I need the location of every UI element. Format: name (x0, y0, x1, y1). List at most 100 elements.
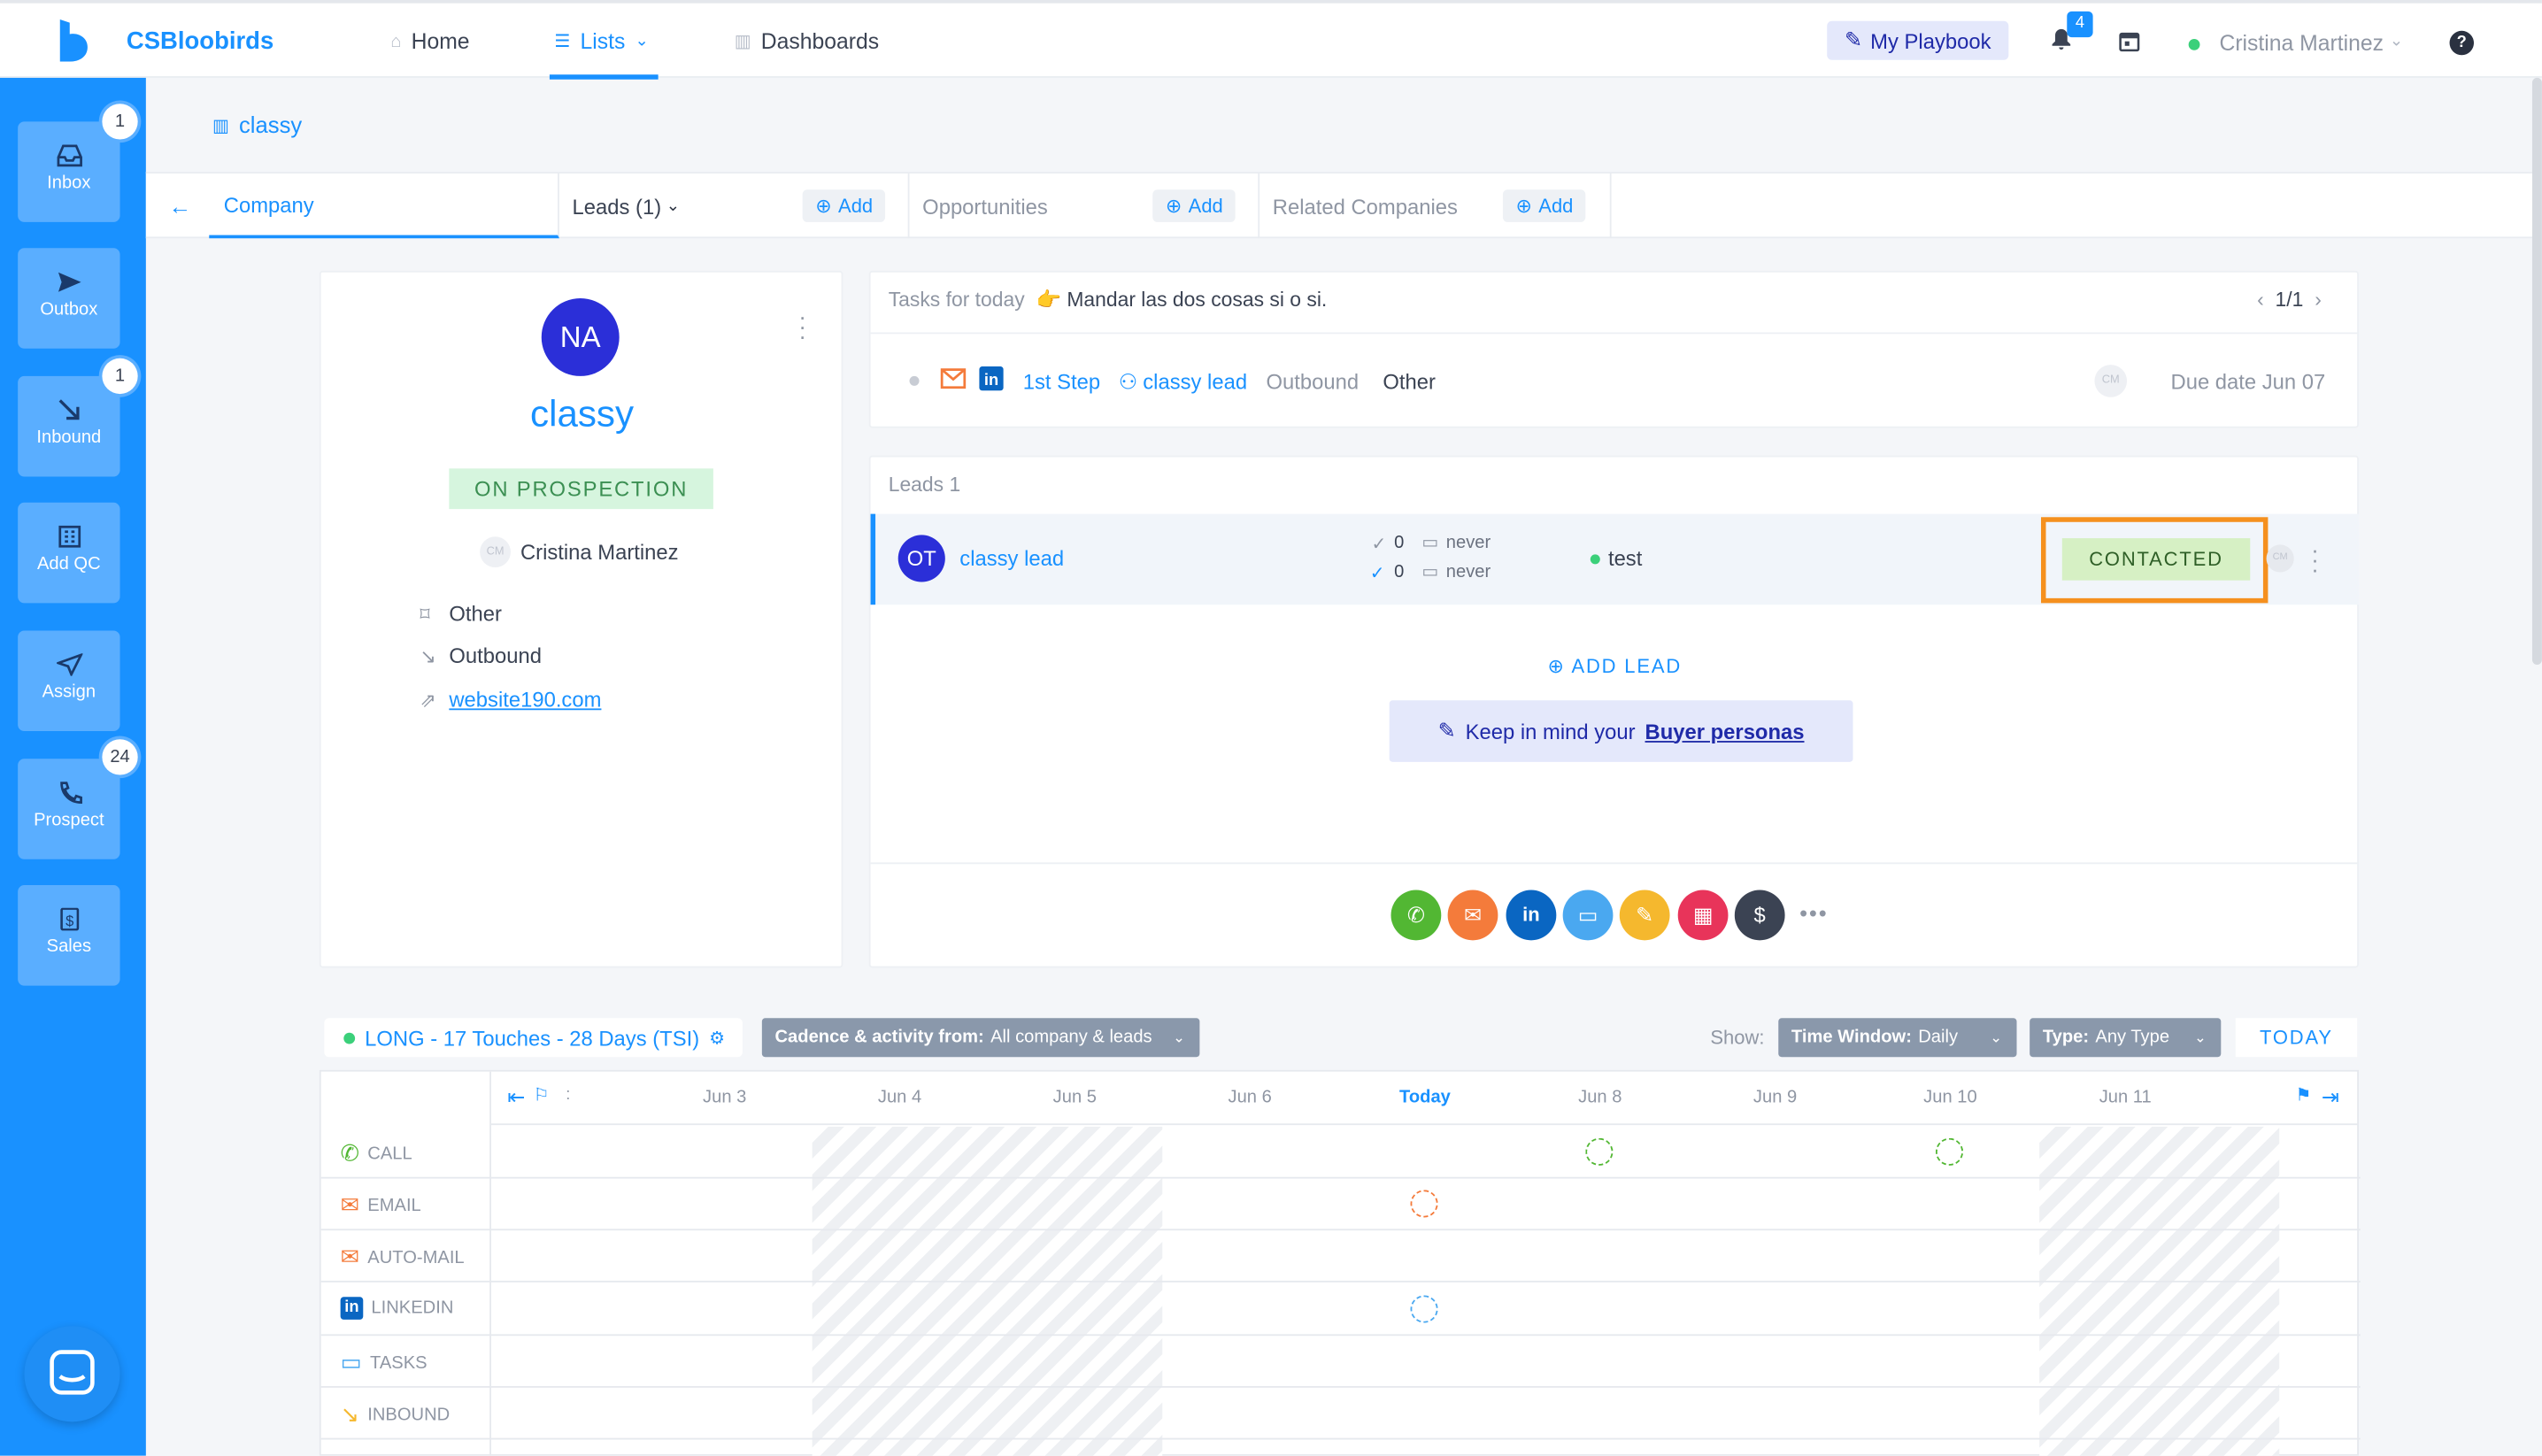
scheduled-call-marker[interactable] (1585, 1137, 1614, 1166)
lead-row[interactable]: OT classy lead ✓ 0 ▭ never ✓ 0 ▭ never t… (870, 513, 2359, 605)
breadcrumb-company[interactable]: classy (239, 112, 302, 137)
online-status-dot (2188, 38, 2200, 50)
note-action-button[interactable]: ✎ (1619, 890, 1670, 941)
tab-related-companies[interactable]: Related Companies ⊕ Add (1259, 173, 1612, 239)
today-button[interactable]: TODAY (2235, 1018, 2358, 1058)
add-related-company-button[interactable]: ⊕ Add (1502, 189, 1587, 222)
email-action-button[interactable]: ✉ (1447, 890, 1498, 941)
tab-opportunities[interactable]: Opportunities ⊕ Add (910, 173, 1260, 239)
time-window-dropdown[interactable]: Time Window: Daily ⌄ (1778, 1018, 2017, 1058)
add-label: Add (838, 194, 874, 218)
chevron-down-icon: ⌄ (1990, 1028, 2003, 1045)
sidebar-item-inbox[interactable]: Inbox (18, 121, 120, 222)
lead-name-link[interactable]: classy lead (959, 546, 1064, 570)
jump-end-icon[interactable]: ⇥ (2322, 1084, 2339, 1110)
more-options-icon[interactable]: · · · (2310, 538, 2320, 581)
sidebar-item-sales[interactable]: $ Sales (18, 885, 120, 986)
back-arrow-icon[interactable]: ← (168, 193, 191, 219)
show-label: Show: (1710, 1026, 1765, 1050)
day-label: Jun 8 (1578, 1088, 1622, 1107)
send-icon (58, 272, 81, 292)
add-lead-button[interactable]: ⊕ ADD LEAD (871, 655, 2359, 678)
prev-marker: : (566, 1086, 571, 1105)
chevron-right-icon[interactable]: › (2315, 289, 2322, 312)
nav-dashboards[interactable]: ▥ Dashboards (735, 29, 879, 53)
lead-status-badge[interactable]: CONTACTED (2061, 538, 2251, 581)
magic-wand-icon: ✎ (1845, 27, 1863, 52)
bloobirds-logo[interactable] (55, 19, 90, 62)
add-lead-tab-button[interactable]: ⊕ Add (802, 189, 886, 222)
linkedin-icon: in (340, 1297, 364, 1320)
calendar-icon[interactable] (2119, 31, 2140, 52)
task-action-button[interactable]: ▭ (1562, 890, 1614, 941)
bar-chart-icon: ▥ (734, 32, 751, 52)
sidebar-item-assign[interactable]: Assign (18, 630, 120, 732)
my-playbook-button[interactable]: ✎ My Playbook (1827, 20, 2009, 60)
page-scrollbar[interactable] (2531, 77, 2542, 665)
sidebar-item-prospect[interactable]: Prospect (18, 759, 120, 859)
window-value: Daily (1918, 1028, 1959, 1048)
top-navigation-bar: CSBloobirds ⌂ Home ☰ Lists ⌄ ▥ Dashboard… (0, 0, 2542, 80)
calendar-icon: ▭ (1421, 533, 1439, 553)
lead-count-2: 0 (1394, 562, 1405, 582)
add-opportunity-button[interactable]: ⊕ Add (1152, 189, 1236, 222)
type-dropdown[interactable]: Type: Any Type ⌄ (2030, 1018, 2222, 1058)
user-menu-name[interactable]: Cristina Martinez (2219, 31, 2384, 55)
company-status-badge[interactable]: ON PROSPECTION (449, 468, 713, 510)
tab-company[interactable]: Company (209, 173, 559, 239)
cadence-status-dot (343, 1031, 356, 1044)
cadence-filter-dropdown[interactable]: Cadence & activity from: All company & l… (761, 1018, 1200, 1058)
company-owner[interactable]: CM Cristina Martinez (480, 536, 679, 568)
jump-start-icon[interactable]: ⇤ (507, 1084, 525, 1110)
avatar: CM (2266, 544, 2294, 573)
nav-lists[interactable]: ☰ Lists ⌄ (554, 29, 648, 53)
sidebar-item-outbox[interactable]: Outbox (18, 248, 120, 349)
deal-action-button[interactable]: $ (1734, 890, 1785, 941)
task-row[interactable]: in 1st Step ⚇ classy lead Outbound Other… (870, 332, 2359, 428)
task-source: Other (1383, 369, 1436, 395)
phone-icon: ✆ (340, 1139, 360, 1166)
tab-leads[interactable]: Leads (1) ⌄ ⊕ Add (559, 173, 910, 239)
plus-circle-icon: ⊕ (815, 194, 832, 218)
chevron-left-icon[interactable]: ‹ (2257, 289, 2264, 312)
linkedin-action-button[interactable]: in (1506, 890, 1557, 941)
edit-icon: ✎ (1636, 903, 1654, 928)
chevron-down-icon: ⌄ (1173, 1028, 1185, 1045)
quick-actions-bar: ✆ ✉ in ▭ ✎ ▦ $ ••• (870, 862, 2359, 969)
more-options-icon[interactable]: · · · (797, 304, 807, 347)
scheduled-linkedin-marker[interactable] (1410, 1295, 1438, 1323)
task-icon: ▭ (340, 1348, 362, 1375)
lead-last-2: never (1445, 562, 1491, 582)
task-step[interactable]: 1st Step (1023, 370, 1100, 394)
gear-icon[interactable]: ⚙ (709, 1027, 725, 1048)
type-label: Type: (2042, 1028, 2090, 1048)
person-icon: ⚇ (1118, 369, 1138, 395)
call-action-button[interactable]: ✆ (1390, 890, 1442, 941)
row-divider (320, 1280, 2361, 1283)
sidebar-item-inbound[interactable]: Inbound (18, 375, 120, 477)
chat-launcher-button[interactable] (24, 1326, 120, 1422)
sidebar-item-label: Add QC (36, 554, 101, 574)
tasks-header: Tasks for today 👉 Mandar las dos cosas s… (889, 289, 1328, 312)
app-name[interactable]: CSBloobirds (127, 27, 273, 55)
status-highlight-frame: CONTACTED (2040, 517, 2269, 604)
scheduled-email-marker[interactable] (1410, 1190, 1438, 1218)
scheduled-call-marker[interactable] (1935, 1137, 1964, 1166)
flag-filled-icon[interactable]: ⚑ (2296, 1084, 2312, 1105)
flag-icon[interactable]: ⚐ (534, 1084, 550, 1105)
chevron-down-icon[interactable]: ⌄ (2390, 33, 2403, 50)
prospect-count-badge: 24 (102, 739, 138, 775)
more-actions-icon[interactable]: ••• (1799, 900, 1828, 926)
chevron-down-icon: ⌄ (666, 196, 681, 215)
website-link[interactable]: website190.com (449, 688, 601, 712)
nav-home[interactable]: ⌂ Home (390, 29, 469, 53)
magic-wand-icon: ✎ (1437, 718, 1456, 743)
task-icon: ▭ (1577, 903, 1598, 928)
cadence-badge[interactable]: LONG - 17 Touches - 28 Days (TSI) ⚙ (324, 1018, 743, 1058)
meeting-action-button[interactable]: ▦ (1677, 890, 1729, 941)
buyer-personas-link[interactable]: Buyer personas (1645, 719, 1805, 743)
help-icon[interactable]: ? (2449, 30, 2475, 56)
home-icon: ⌂ (390, 31, 402, 51)
task-lead-link[interactable]: classy lead (1143, 370, 1247, 394)
sidebar-item-add-qc[interactable]: Add QC (18, 502, 120, 604)
